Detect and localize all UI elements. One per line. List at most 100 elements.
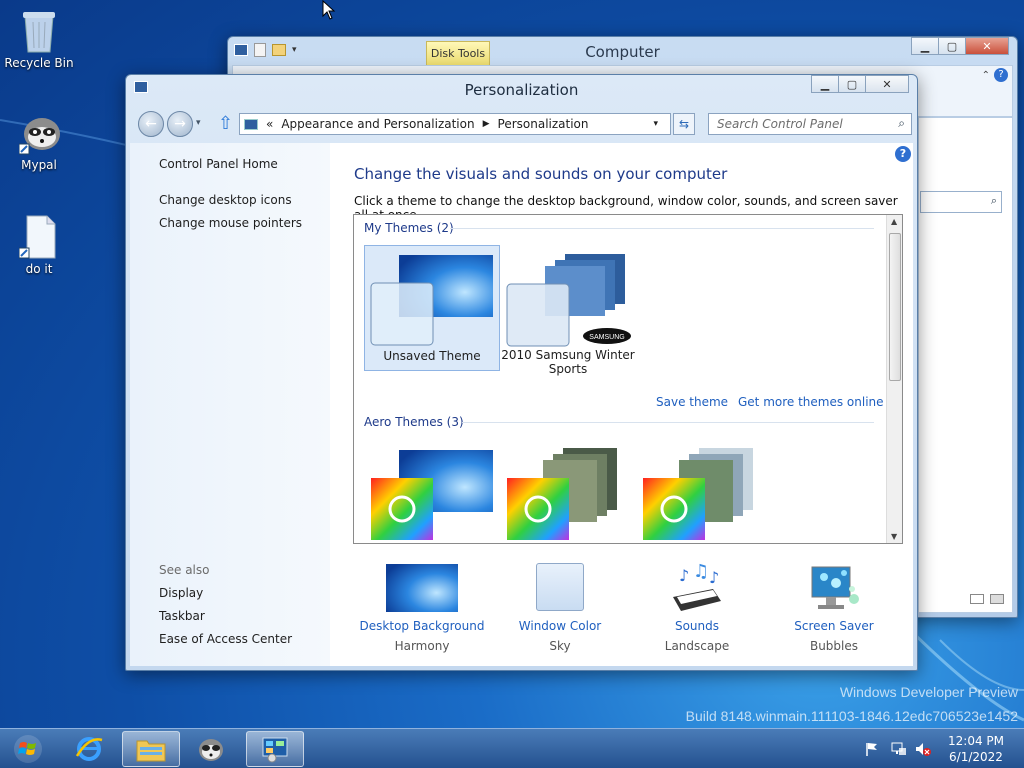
help-icon[interactable]: ?: [895, 146, 911, 162]
window-color-value: Sky: [549, 639, 571, 653]
breadcrumb-personalization[interactable]: Personalization: [498, 117, 589, 131]
personalization-window[interactable]: Personalization ▁ ▢ ✕ ← → ▾ ⇧ « Appearan…: [125, 74, 918, 671]
system-clock[interactable]: 12:04 PM 6/1/2022: [948, 733, 1004, 765]
maximize-button[interactable]: ▢: [938, 37, 966, 55]
theme-preview-unsaved: [370, 255, 493, 346]
computer-search-input[interactable]: ⌕: [920, 191, 1002, 213]
breadcrumb-overflow[interactable]: «: [266, 117, 273, 131]
scroll-down-icon[interactable]: ▼: [891, 532, 897, 541]
window-color-label: Window Color: [518, 619, 602, 633]
recent-pages-dropdown-icon[interactable]: ▾: [196, 118, 201, 128]
up-arrow-icon[interactable]: ⇧: [218, 113, 233, 134]
mypal-label: Mypal: [21, 158, 57, 172]
sounds-option[interactable]: ♪ ♫ ♪ Sounds Landscape: [627, 563, 767, 653]
change-desktop-icons-link[interactable]: Change desktop icons: [159, 193, 292, 207]
maximize-button[interactable]: ▢: [838, 75, 866, 93]
theme-samsung-winter-sports[interactable]: SAMSUNG 2010 Samsung Winter Sports: [500, 245, 636, 385]
recycle-bin-image: [19, 8, 59, 54]
control-panel-taskbar-button[interactable]: [246, 731, 304, 767]
scrollbar-thumb[interactable]: [889, 233, 901, 381]
build-watermark-line1: Windows Developer Preview: [839, 684, 1018, 700]
address-dropdown-icon[interactable]: ▾: [653, 119, 658, 129]
internet-explorer-taskbar-button[interactable]: [60, 731, 118, 767]
help-icon[interactable]: ?: [994, 68, 1008, 82]
themes-scrollbar[interactable]: ▲ ▼: [886, 215, 902, 543]
file-icon: [18, 214, 59, 260]
desktop-background-value: Harmony: [394, 639, 450, 653]
main-pane: ? Change the visuals and sounds on your …: [330, 143, 913, 666]
themes-list[interactable]: My Themes (2) Unsaved Theme SAMSUNG 2010…: [353, 214, 903, 544]
network-icon[interactable]: [890, 741, 908, 757]
svg-text:♪: ♪: [709, 568, 719, 587]
mypal-taskbar-button[interactable]: [182, 731, 240, 767]
large-icons-view-icon[interactable]: [990, 594, 1004, 604]
aero-themes-header: Aero Themes (3): [364, 415, 874, 429]
theme-name-samsung: 2010 Samsung Winter Sports: [501, 348, 635, 376]
mypal-shortcut[interactable]: Mypal: [2, 110, 76, 172]
breadcrumb-appearance[interactable]: Appearance and Personalization: [281, 117, 474, 131]
search-icon: ⌕: [898, 116, 905, 130]
svg-text:♪: ♪: [679, 566, 689, 585]
taskbar-link[interactable]: Taskbar: [159, 609, 205, 623]
desktop-background-option[interactable]: Desktop Background Harmony: [352, 563, 492, 653]
scroll-up-icon[interactable]: ▲: [891, 217, 897, 226]
aero-themes-header-label: Aero Themes (3): [364, 415, 464, 429]
screen-saver-option[interactable]: Screen Saver Bubbles: [764, 563, 904, 653]
theme-preview-aero-3: [643, 448, 753, 540]
clock-date: 6/1/2022: [949, 750, 1003, 764]
search-icon: ⌕: [990, 194, 997, 207]
control-panel-home-link[interactable]: Control Panel Home: [159, 157, 278, 171]
build-watermark-line2: Build 8148.winmain.111103-1846.12edc7065…: [685, 708, 1018, 724]
sounds-icon: ♪ ♫ ♪: [673, 563, 721, 611]
internet-explorer-icon: [75, 737, 103, 761]
do-it-shortcut[interactable]: do it: [2, 214, 76, 276]
change-mouse-pointers-link[interactable]: Change mouse pointers: [159, 216, 302, 230]
sounds-value: Landscape: [664, 639, 730, 653]
theme-aero-1[interactable]: [364, 443, 500, 543]
ribbon-collapse-icon[interactable]: ⌃: [982, 70, 990, 81]
breadcrumb-separator-icon: ▶: [482, 119, 490, 129]
volume-muted-icon[interactable]: [914, 741, 932, 757]
minimize-button[interactable]: ▁: [911, 37, 939, 55]
theme-aero-3[interactable]: [636, 443, 772, 543]
recycle-bin-icon[interactable]: Recycle Bin: [2, 8, 76, 70]
svg-text:♫: ♫: [693, 563, 709, 582]
details-view-icon[interactable]: [970, 594, 984, 604]
ease-of-access-link[interactable]: Ease of Access Center: [159, 632, 292, 646]
theme-preview-samsung: SAMSUNG: [506, 254, 631, 347]
theme-preview-aero-2: [507, 448, 617, 540]
display-link[interactable]: Display: [159, 586, 203, 600]
computer-window-title: Computer: [585, 43, 660, 61]
close-button[interactable]: ✕: [965, 37, 1009, 55]
get-more-themes-link[interactable]: Get more themes online: [738, 395, 884, 409]
window-color-option[interactable]: Window Color Sky: [490, 563, 630, 653]
sounds-label: Sounds: [674, 619, 720, 633]
back-button[interactable]: ←: [138, 111, 164, 137]
file-explorer-taskbar-button[interactable]: [122, 731, 180, 767]
theme-aero-2[interactable]: [500, 443, 636, 543]
theme-preview-aero-1: [371, 450, 493, 540]
window-color-swatch: [536, 563, 584, 611]
search-placeholder: Search Control Panel: [717, 117, 843, 131]
close-button[interactable]: ✕: [865, 75, 909, 93]
my-themes-header: My Themes (2): [364, 221, 874, 235]
computer-caption-buttons: ▁ ▢ ✕: [911, 37, 1009, 55]
control-panel-icon: [262, 737, 288, 763]
personalization-caption-buttons: ▁ ▢ ✕: [811, 75, 909, 93]
forward-button[interactable]: →: [167, 111, 193, 137]
start-button[interactable]: [0, 731, 56, 767]
windows-logo-icon: [14, 735, 42, 763]
svg-text:SAMSUNG: SAMSUNG: [589, 334, 624, 341]
save-theme-link[interactable]: Save theme: [656, 395, 728, 409]
personalization-window-title: Personalization: [464, 81, 579, 99]
theme-unsaved[interactable]: Unsaved Theme: [364, 245, 500, 371]
action-center-flag-icon[interactable]: [864, 741, 882, 757]
address-bar[interactable]: « Appearance and Personalization ▶ Perso…: [239, 113, 671, 135]
minimize-button[interactable]: ▁: [811, 75, 839, 93]
page-heading: Change the visuals and sounds on your co…: [354, 165, 728, 183]
taskbar: 12:04 PM 6/1/2022: [0, 728, 1024, 768]
search-control-panel-input[interactable]: Search Control Panel ⌕: [708, 113, 912, 135]
header-divider: [450, 228, 874, 229]
refresh-button[interactable]: ⇆: [673, 113, 695, 135]
my-themes-header-label: My Themes (2): [364, 221, 454, 235]
